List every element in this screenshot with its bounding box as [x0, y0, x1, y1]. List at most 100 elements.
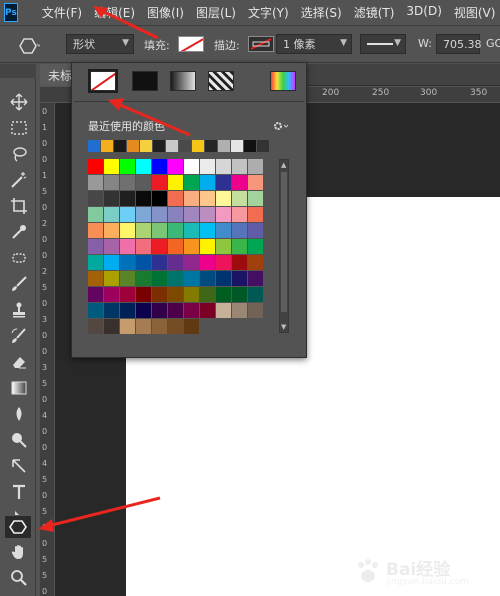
color-swatch[interactable] [88, 319, 103, 334]
recent-color-swatch[interactable] [244, 140, 256, 152]
color-swatch[interactable] [232, 271, 247, 286]
color-swatch[interactable] [200, 271, 215, 286]
color-swatch[interactable] [200, 303, 215, 318]
color-swatch[interactable] [168, 271, 183, 286]
recent-color-swatch[interactable] [218, 140, 230, 152]
color-swatch[interactable] [232, 303, 247, 318]
menu-image[interactable]: 图像(I) [141, 4, 190, 21]
blur-tool-icon[interactable] [8, 404, 30, 424]
color-swatch[interactable] [168, 175, 183, 190]
color-swatch[interactable] [120, 175, 135, 190]
color-swatch[interactable] [88, 223, 103, 238]
color-swatch[interactable] [200, 207, 215, 222]
color-swatch[interactable] [120, 303, 135, 318]
color-swatch[interactable] [168, 223, 183, 238]
eraser-icon[interactable] [8, 352, 30, 372]
eyedropper-icon[interactable] [8, 222, 30, 242]
color-picker-button[interactable] [270, 71, 296, 91]
color-swatch[interactable] [232, 159, 247, 174]
solid-color-fill-button[interactable] [132, 71, 158, 91]
recent-color-swatch[interactable] [205, 140, 217, 152]
menu-layer[interactable]: 图层(L) [190, 4, 242, 21]
color-swatch[interactable] [120, 255, 135, 270]
color-swatch[interactable] [184, 239, 199, 254]
link-dimensions-icon[interactable]: GO [486, 37, 500, 50]
color-swatch[interactable] [184, 303, 199, 318]
polygon-tool-icon[interactable] [4, 515, 32, 539]
color-swatch[interactable] [136, 175, 151, 190]
color-swatch[interactable] [232, 239, 247, 254]
color-swatch[interactable] [248, 239, 263, 254]
menu-type[interactable]: 文字(Y) [242, 4, 295, 21]
menu-view[interactable]: 视图(V) [448, 4, 500, 21]
color-swatch[interactable] [152, 303, 167, 318]
clone-stamp-icon[interactable] [8, 300, 30, 320]
color-swatch[interactable] [88, 207, 103, 222]
color-swatch[interactable] [184, 223, 199, 238]
document-tab[interactable]: 未标 [40, 64, 74, 86]
color-swatch[interactable] [104, 287, 119, 302]
color-swatch[interactable] [216, 191, 231, 206]
color-swatch[interactable] [88, 175, 103, 190]
color-swatch[interactable] [88, 271, 103, 286]
scroll-thumb[interactable] [281, 172, 287, 312]
color-swatch[interactable] [104, 271, 119, 286]
color-swatch[interactable] [216, 223, 231, 238]
zoom-tool-icon[interactable] [8, 568, 30, 588]
shape-tool-preset-icon[interactable] [18, 37, 42, 55]
scroll-up-icon[interactable]: ▲ [281, 161, 286, 169]
color-swatch[interactable] [200, 191, 215, 206]
menu-3d[interactable]: 3D(D) [400, 4, 447, 21]
color-swatch[interactable] [200, 255, 215, 270]
color-swatch[interactable] [216, 303, 231, 318]
color-swatch[interactable] [184, 159, 199, 174]
color-swatch[interactable] [104, 239, 119, 254]
color-swatch[interactable] [120, 159, 135, 174]
move-tool-icon[interactable] [8, 92, 30, 112]
color-swatch[interactable] [216, 207, 231, 222]
recent-color-swatch[interactable] [179, 140, 191, 152]
fill-swatch[interactable] [178, 36, 204, 52]
tool-mode-dropdown[interactable]: 形状 ▼ [66, 34, 134, 54]
color-swatch[interactable] [216, 175, 231, 190]
color-swatch[interactable] [248, 175, 263, 190]
healing-brush-icon[interactable] [8, 248, 30, 268]
color-swatch[interactable] [88, 159, 103, 174]
color-swatch[interactable] [168, 255, 183, 270]
color-swatch[interactable] [248, 207, 263, 222]
brush-tool-icon[interactable] [8, 274, 30, 294]
color-swatch[interactable] [136, 239, 151, 254]
color-swatch[interactable] [184, 319, 199, 334]
color-swatch[interactable] [200, 287, 215, 302]
tools-panel-header[interactable] [0, 64, 36, 78]
color-swatch[interactable] [184, 175, 199, 190]
color-swatch[interactable] [152, 159, 167, 174]
color-swatch[interactable] [88, 287, 103, 302]
color-swatch[interactable] [136, 303, 151, 318]
color-swatch[interactable] [248, 159, 263, 174]
color-swatch[interactable] [200, 159, 215, 174]
color-swatch[interactable] [200, 223, 215, 238]
color-swatch[interactable] [184, 191, 199, 206]
recent-color-swatch[interactable] [88, 140, 100, 152]
color-swatch[interactable] [200, 175, 215, 190]
color-swatch[interactable] [136, 255, 151, 270]
color-swatch[interactable] [88, 255, 103, 270]
color-swatch[interactable] [104, 191, 119, 206]
marquee-tool-icon[interactable] [8, 118, 30, 138]
color-swatch[interactable] [120, 319, 135, 334]
recent-color-swatch[interactable] [127, 140, 139, 152]
color-swatch[interactable] [152, 207, 167, 222]
color-swatch[interactable] [104, 255, 119, 270]
color-swatch[interactable] [216, 255, 231, 270]
color-swatch[interactable] [120, 223, 135, 238]
color-swatch[interactable] [248, 303, 263, 318]
history-brush-icon[interactable] [8, 326, 30, 346]
color-swatch[interactable] [120, 287, 135, 302]
color-swatch[interactable] [120, 239, 135, 254]
color-swatch[interactable] [232, 255, 247, 270]
recent-color-swatch[interactable] [192, 140, 204, 152]
color-swatch[interactable] [120, 207, 135, 222]
recent-color-swatch[interactable] [166, 140, 178, 152]
gradient-fill-button[interactable] [170, 71, 196, 91]
